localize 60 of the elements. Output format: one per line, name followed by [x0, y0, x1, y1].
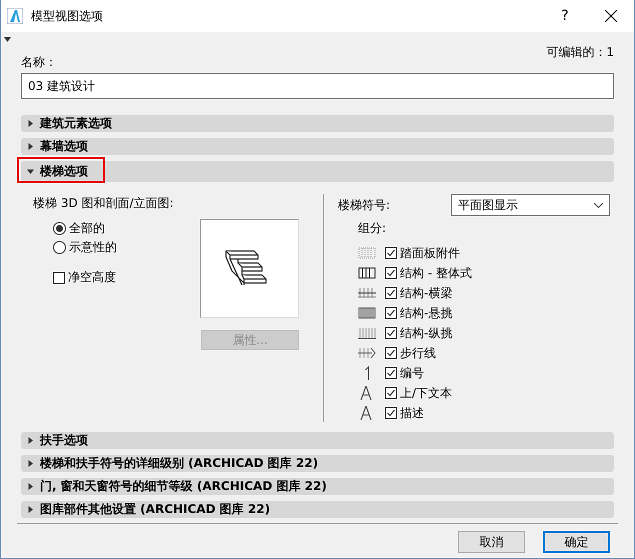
crossbar-icon [358, 286, 376, 300]
checkbox-option[interactable]: 步行线 [385, 344, 436, 362]
checkbox-option[interactable]: 结构 - 整体式 [385, 264, 472, 282]
checkbox[interactable] [385, 327, 397, 339]
chevron-down-icon [594, 202, 603, 208]
caret-right-icon [27, 437, 34, 444]
stair-symbol-label: 楼梯符号: [338, 196, 390, 214]
caret-right-icon [27, 460, 34, 467]
caret-right-icon [27, 506, 34, 513]
section-header[interactable]: 幕墙选项 [21, 138, 614, 155]
checkbox[interactable] [385, 267, 397, 279]
checkbox[interactable] [385, 347, 397, 359]
checkbox-option[interactable]: 上/下文本 [385, 384, 452, 402]
checkbox-option[interactable]: 净空高度 [53, 268, 116, 287]
dotted-grid-icon [358, 246, 376, 260]
app-logo-icon [7, 8, 23, 24]
editable-label: 可编辑的：1 [546, 44, 614, 60]
section-header[interactable]: 门, 窗和天窗符号的细节等级 (ARCHICAD 图库 22) [21, 478, 614, 495]
caret-right-icon [27, 143, 34, 150]
ok-button[interactable]: 确定 [543, 531, 610, 553]
section-header[interactable]: 图库部件其他设置 (ARCHICAD 图库 22) [21, 501, 614, 518]
checkbox[interactable] [53, 272, 65, 284]
radio-option[interactable]: 示意性的 [53, 238, 303, 257]
checkbox[interactable] [385, 307, 397, 319]
section-header[interactable]: 楼梯和扶手符号的详细级别 (ARCHICAD 图库 22) [21, 455, 614, 472]
walkline-icon [358, 346, 376, 360]
section-label: 楼梯 3D 图和剖面/立面图: [33, 196, 174, 210]
checkbox-option[interactable]: 踏面板附件 [385, 244, 460, 262]
caret-right-icon [27, 120, 34, 127]
components-label: 组分: [358, 221, 386, 235]
section-header[interactable]: 扶手选项 [21, 432, 614, 449]
checkbox-option[interactable]: 编号 [385, 364, 424, 382]
checkbox-option[interactable]: 结构-横梁 [385, 284, 452, 302]
dense-bars-icon [358, 306, 376, 320]
close-icon [605, 10, 617, 22]
name-label: 名称： [21, 54, 57, 71]
checkbox[interactable] [385, 287, 397, 299]
help-button[interactable]: ? [542, 0, 588, 32]
stair-symbol-dropdown[interactable]: 平面图显示 [451, 194, 610, 216]
checkbox-option[interactable]: 结构-纵挑 [385, 324, 452, 342]
name-field[interactable]: 03 建筑设计 [21, 73, 614, 99]
checkbox[interactable] [385, 407, 397, 419]
checkbox-option[interactable]: 描述 [385, 404, 424, 422]
cancel-button[interactable]: 取消 [458, 531, 525, 553]
number-one-icon [365, 366, 370, 380]
checkbox-option[interactable]: 结构-悬挑 [385, 304, 452, 322]
checkbox[interactable] [385, 367, 397, 379]
caret-down-icon[interactable] [4, 37, 11, 42]
bars-icon [358, 266, 376, 280]
section-header[interactable]: 建筑元素选项 [21, 115, 614, 132]
section-header[interactable]: 楼梯选项 [21, 161, 614, 182]
caret-right-icon [27, 483, 34, 490]
radio-button[interactable] [53, 241, 66, 254]
radio-option[interactable]: 全部的 [53, 219, 303, 238]
window-title: 模型视图选项 [31, 8, 104, 24]
checkbox[interactable] [385, 387, 397, 399]
checkbox[interactable] [385, 247, 397, 259]
caret-down-icon [27, 168, 34, 175]
radio-button[interactable] [53, 222, 66, 235]
underlined-bars-icon [358, 326, 376, 340]
